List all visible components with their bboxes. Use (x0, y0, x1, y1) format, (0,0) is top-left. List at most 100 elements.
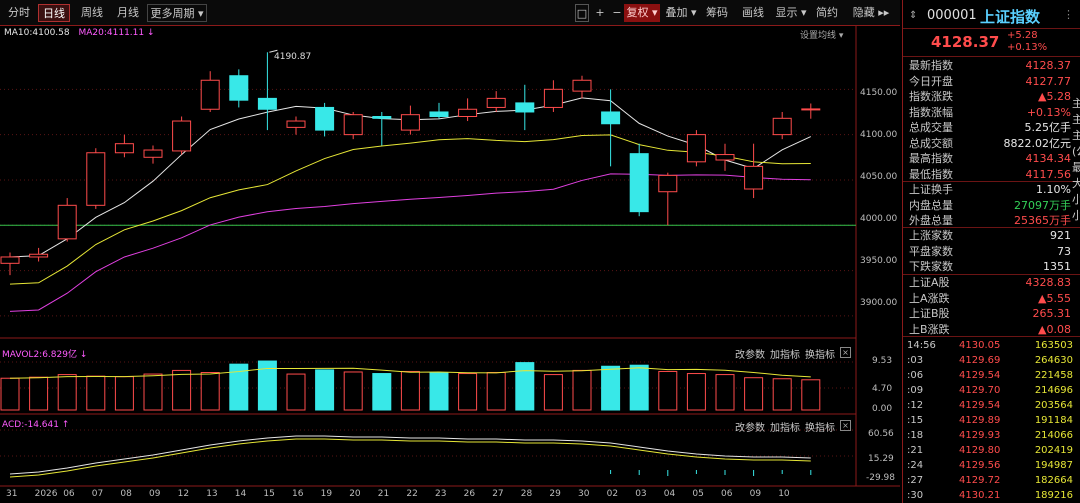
volume-bar (343, 371, 363, 411)
candle-body (772, 117, 792, 136)
volume-bar (772, 378, 792, 411)
candle-body (29, 253, 49, 258)
quote-row-value: 4328.83 (1025, 276, 1072, 289)
quote-row-value: 5.25亿手 (1024, 121, 1072, 134)
tick-row: :21 4129.80 202419 (903, 443, 1073, 458)
macd-y-tick: 60.56 (868, 429, 894, 439)
volume-bar (658, 370, 678, 411)
x-tick: 02 (606, 489, 619, 499)
tick-time: :06 (907, 370, 924, 381)
candle-body (372, 116, 392, 119)
quote-row: 上证B股 265.31 (909, 306, 1071, 321)
candle-body (343, 114, 363, 136)
x-tick: 10 (778, 489, 790, 499)
candle-body (172, 120, 192, 152)
quote-row-value: 4127.77 (1025, 74, 1072, 88)
volume-bar (572, 369, 592, 411)
quote-row: 最高指数 4134.34 (909, 151, 1071, 166)
x-tick: 28 (520, 489, 533, 499)
volume-bar (801, 379, 821, 411)
candle-body (715, 154, 735, 161)
candle-body (286, 120, 306, 128)
macd-switch-indicator[interactable]: 换指标 (805, 419, 835, 434)
volume-bar (86, 375, 106, 411)
volume-bar (715, 374, 735, 411)
vol-change-param[interactable]: 改参数 (735, 346, 765, 361)
candle-body (515, 102, 535, 113)
tick-row: :06 4129.54 221458 (903, 368, 1073, 383)
candle-body (801, 108, 821, 111)
quote-row-label: 平盘家数 (909, 244, 953, 258)
candle-body (114, 143, 134, 154)
quote-row-label: 上证换手 (909, 183, 953, 196)
y-tick: 4050.00 (860, 172, 898, 182)
y-tick: 3950.00 (860, 256, 898, 266)
candle-body (429, 111, 449, 117)
macd-close-icon[interactable]: × (840, 420, 851, 431)
quote-row: 总成交额 8822.02亿元 (909, 136, 1071, 151)
x-tick: 13 (206, 489, 218, 499)
tick-volume: 202419 (1034, 445, 1073, 456)
quote-row-label: 上B涨跌 (909, 322, 950, 336)
tick-row: :30 4130.21 189216 (903, 488, 1073, 503)
vol-add-indicator[interactable]: 加指标 (770, 346, 800, 361)
vol-y-tick: 9.53 (872, 356, 893, 366)
quote-row-value: 1351 (1043, 260, 1071, 273)
volume-bar (286, 373, 306, 411)
high-marker-label: 4190.87 (274, 52, 312, 62)
candle-body (400, 114, 420, 131)
volume-bar (29, 376, 49, 411)
tick-price: 4129.69 (959, 355, 1001, 366)
x-tick: 21 (377, 489, 390, 499)
quote-row-label: 最高指数 (909, 152, 953, 165)
arrow-up-down-icon[interactable]: ⇕ (909, 10, 917, 21)
macd-y-tick: -29.98 (866, 473, 896, 483)
candle-body (57, 204, 77, 240)
tick-price: 4129.56 (959, 460, 1001, 471)
quote-row: 下跌家数 1351 (909, 259, 1071, 274)
candle-body (572, 79, 592, 92)
candle-body (686, 134, 706, 163)
tick-row: :09 4129.70 214696 (903, 383, 1073, 398)
x-tick: 07 (91, 489, 104, 499)
side-tab-strip[interactable]: 主主主(公最大小小 (1072, 95, 1080, 223)
quote-row-label: 下跌家数 (909, 260, 953, 273)
tick-row: :24 4129.56 194987 (903, 458, 1073, 473)
candle-body (744, 165, 764, 190)
candle-body (458, 108, 478, 117)
tick-price: 4130.05 (959, 340, 1001, 351)
candle-body (543, 88, 563, 108)
quote-row: 指数涨跌 ▲5.28 (909, 89, 1071, 104)
x-tick: 23 (435, 489, 447, 499)
tick-price: 4129.89 (959, 415, 1001, 426)
y-tick: 3900.00 (860, 298, 898, 308)
tick-volume: 264630 (1034, 355, 1073, 366)
tick-volume: 163503 (1034, 340, 1073, 351)
quote-row: 上涨家数 921 (909, 228, 1071, 243)
volume-bar (686, 373, 706, 411)
menu-icon[interactable]: ⋮ (1063, 8, 1074, 21)
kline-chart[interactable] (0, 0, 900, 503)
tick-row: :12 4129.54 203564 (903, 398, 1073, 413)
quote-row-value: 27097万手 (1014, 198, 1071, 212)
x-tick: 15 (263, 489, 275, 499)
vol-switch-indicator[interactable]: 换指标 (805, 346, 835, 361)
quote-row-value: 4134.34 (1025, 152, 1072, 165)
volume-bar (400, 370, 420, 411)
quote-row-label: 总成交量 (909, 121, 953, 134)
x-tick: 09 (149, 489, 161, 499)
macd-change-param[interactable]: 改参数 (735, 419, 765, 434)
tick-volume: 189216 (1034, 490, 1073, 501)
macd-add-indicator[interactable]: 加指标 (770, 419, 800, 434)
quote-row: 指数涨幅 +0.13% (909, 105, 1071, 120)
volume-bar (200, 372, 220, 411)
macd-label: ACD:-14.641 ↑ (2, 420, 70, 430)
tick-volume: 203564 (1034, 400, 1073, 411)
volume-bar (143, 373, 163, 411)
tick-row: :15 4129.89 191184 (903, 413, 1073, 428)
volume-bar (372, 373, 392, 411)
quote-row-value: 8822.02亿元 (1003, 136, 1072, 150)
vol-close-icon[interactable]: × (840, 347, 851, 358)
volume-bar (744, 377, 764, 411)
candle-body (658, 174, 678, 193)
